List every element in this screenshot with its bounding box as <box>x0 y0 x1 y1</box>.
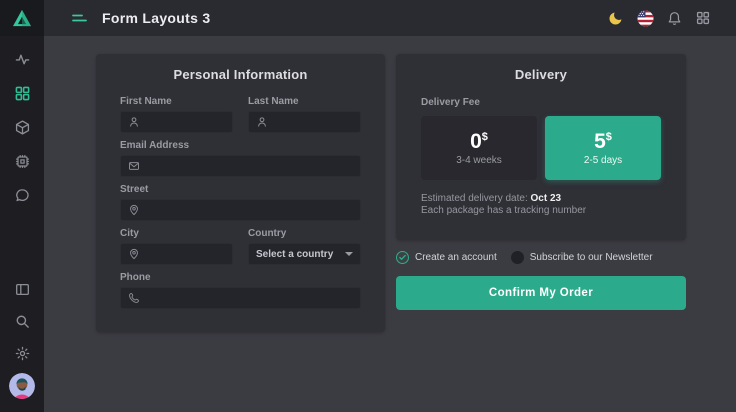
person-icon <box>128 116 140 128</box>
grid-icon <box>15 86 30 101</box>
app-switcher-button[interactable] <box>694 9 712 27</box>
envelope-icon <box>128 160 140 172</box>
estimated-delivery-note: Estimated delivery date: Oct 23 <box>421 193 661 205</box>
last-name-label: Last Name <box>248 96 361 107</box>
cube-icon <box>15 120 30 135</box>
create-account-checkbox[interactable]: Create an account <box>396 251 497 264</box>
map-pin-icon <box>128 204 140 216</box>
email-input[interactable] <box>146 161 353 172</box>
notifications-button[interactable] <box>665 9 683 27</box>
main-content: Personal Information First Name Last <box>44 36 736 412</box>
newsletter-checkbox[interactable]: Subscribe to our Newsletter <box>511 251 653 264</box>
delivery-fee-label: Delivery Fee <box>421 97 661 108</box>
sidebar-item-layouts[interactable] <box>0 76 44 110</box>
tracking-note: Each package has a tracking number <box>421 205 661 217</box>
phone-field <box>120 287 361 309</box>
top-header: Form Layouts 3 <box>44 0 736 36</box>
sidebar-item-search[interactable] <box>0 305 44 337</box>
email-field <box>120 155 361 177</box>
personal-information-card: Personal Information First Name Last <box>96 54 385 332</box>
theme-toggle-button[interactable] <box>607 9 625 27</box>
delivery-card: Delivery Delivery Fee 0$ 3-4 weeks 5$ 2-… <box>396 54 686 240</box>
map-pin-icon <box>128 248 140 260</box>
country-select-value: Select a country <box>256 249 333 260</box>
language-selector[interactable] <box>636 9 654 27</box>
delivery-options: 0$ 3-4 weeks 5$ 2-5 days <box>421 116 661 180</box>
agreements-row: Create an account Subscribe to our Newsl… <box>396 251 686 264</box>
phone-icon <box>128 292 140 304</box>
delivery-column: Delivery Delivery Fee 0$ 3-4 weeks 5$ 2-… <box>396 54 686 412</box>
sidebar-nav <box>0 42 44 212</box>
sidebar-bottom-nav <box>0 273 44 412</box>
phone-input[interactable] <box>146 293 353 304</box>
page-title: Form Layouts 3 <box>102 10 210 26</box>
sidebar <box>0 0 44 412</box>
sidebar-item-settings[interactable] <box>0 337 44 369</box>
estimated-delivery-date: Oct 23 <box>531 193 562 204</box>
menu-toggle-button[interactable] <box>72 12 88 24</box>
delivery-option-price: 5$ <box>594 131 612 152</box>
phone-label: Phone <box>120 272 361 283</box>
hamburger-icon <box>72 12 88 24</box>
email-label: Email Address <box>120 140 361 151</box>
us-flag-icon <box>637 10 654 27</box>
user-avatar[interactable] <box>9 373 35 399</box>
sidebar-item-components[interactable] <box>0 110 44 144</box>
delivery-option-duration: 2-5 days <box>584 155 622 166</box>
gear-icon <box>15 346 30 361</box>
search-icon <box>15 314 30 329</box>
country-label: Country <box>248 228 361 239</box>
sidebar-item-activity[interactable] <box>0 42 44 76</box>
checkbox-checked-icon <box>396 251 409 264</box>
moon-icon <box>608 10 624 26</box>
country-select[interactable]: Select a country <box>248 243 361 265</box>
user-avatar-image <box>9 373 35 399</box>
city-field <box>120 243 233 265</box>
header-actions <box>607 9 712 27</box>
first-name-field <box>120 111 233 133</box>
newsletter-label: Subscribe to our Newsletter <box>530 252 653 263</box>
street-field <box>120 199 361 221</box>
chevron-down-icon <box>345 252 353 256</box>
logo-triangle-icon <box>12 9 32 27</box>
checkbox-unchecked-icon <box>511 251 524 264</box>
street-label: Street <box>120 184 361 195</box>
create-account-label: Create an account <box>415 252 497 263</box>
personal-information-title: Personal Information <box>120 54 361 82</box>
delivery-option-free[interactable]: 0$ 3-4 weeks <box>421 116 537 180</box>
cpu-icon <box>15 154 30 169</box>
layout-sidebar-icon <box>15 282 30 297</box>
delivery-option-duration: 3-4 weeks <box>456 155 502 166</box>
activity-icon <box>15 52 30 67</box>
bell-icon <box>667 11 682 26</box>
app-grid-icon <box>696 11 710 25</box>
street-input[interactable] <box>146 205 353 216</box>
first-name-label: First Name <box>120 96 233 107</box>
last-name-input[interactable] <box>274 117 353 128</box>
chat-icon <box>15 188 30 203</box>
delivery-option-price: 0$ <box>470 131 488 152</box>
sidebar-item-toggle-panel[interactable] <box>0 273 44 305</box>
last-name-field <box>248 111 361 133</box>
delivery-title: Delivery <box>421 54 661 82</box>
app-logo[interactable] <box>0 0 44 36</box>
person-icon <box>256 116 268 128</box>
confirm-order-button[interactable]: Confirm My Order <box>396 276 686 310</box>
city-input[interactable] <box>146 249 225 260</box>
sidebar-item-chat[interactable] <box>0 178 44 212</box>
sidebar-item-hardware[interactable] <box>0 144 44 178</box>
content-region: Form Layouts 3 <box>44 0 736 412</box>
city-label: City <box>120 228 233 239</box>
first-name-input[interactable] <box>146 117 225 128</box>
delivery-option-express[interactable]: 5$ 2-5 days <box>545 116 661 180</box>
